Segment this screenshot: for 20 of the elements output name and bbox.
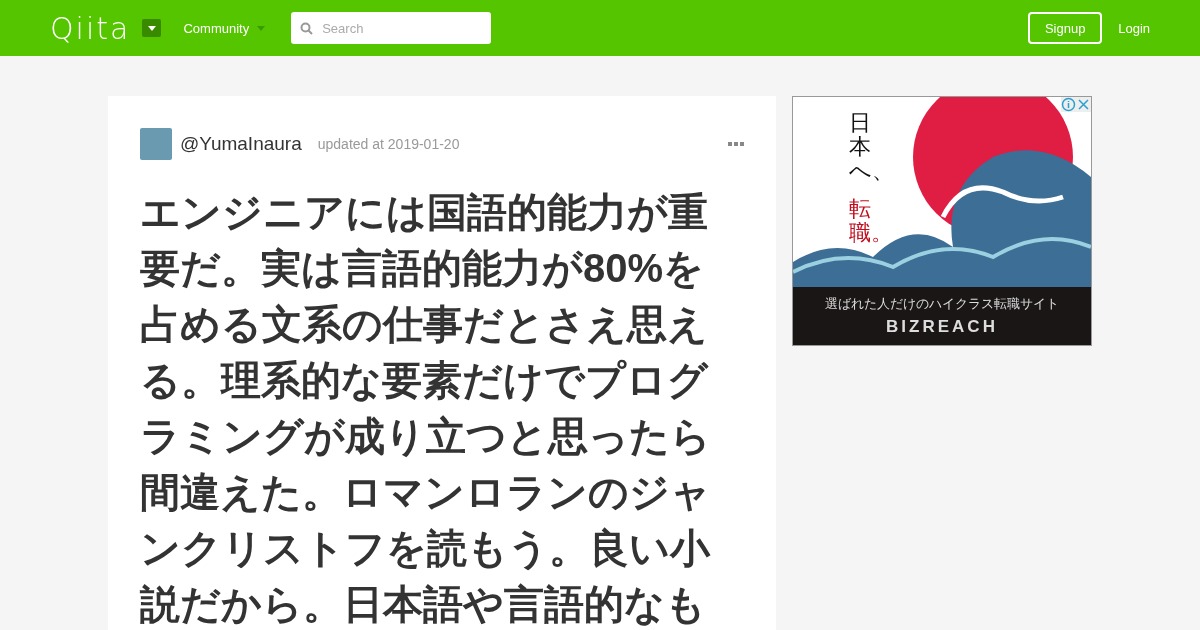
community-menu[interactable]: Community	[183, 20, 266, 36]
search-field[interactable]: Search	[291, 12, 492, 44]
caret-icon	[257, 25, 266, 31]
signup-button[interactable]: Signup	[1028, 12, 1103, 44]
author-link[interactable]: @YumaInaura	[180, 133, 302, 155]
logo[interactable]: Qiita	[50, 10, 131, 46]
caret-icon	[147, 25, 156, 31]
updated-date: updated at 2019-01-20	[317, 136, 460, 152]
avatar-placeholder	[140, 128, 172, 160]
ad-tagline: 選ばれた人だけのハイクラス転職サイト	[825, 295, 1059, 313]
ad-headline: 日本へ、	[849, 111, 880, 184]
article-title: エンジニアには国語的能力が重要だ。実は言語的能力が80%を占める文系の仕事だとさえ思える。理系的な要素だけでプログラミングが成り立つと思ったら間違えた。ロマンロランのジャンクリストフを読もう。良い小説だから。日本語や言語的なも	[140, 189, 712, 628]
ad-brand: BIZREACH	[886, 317, 998, 337]
info-icon[interactable]	[1061, 97, 1076, 112]
login-link[interactable]: Login	[1118, 20, 1150, 36]
ad-emphasis: 転職。	[849, 197, 880, 246]
close-icon[interactable]	[1076, 97, 1091, 112]
search-icon	[300, 22, 314, 35]
logo-dropdown-button[interactable]	[142, 19, 162, 37]
ad-banner[interactable]: 日本へ、 転職。 選ばれた人だけのハイクラス転職サイト BIZREACH	[792, 96, 1092, 346]
